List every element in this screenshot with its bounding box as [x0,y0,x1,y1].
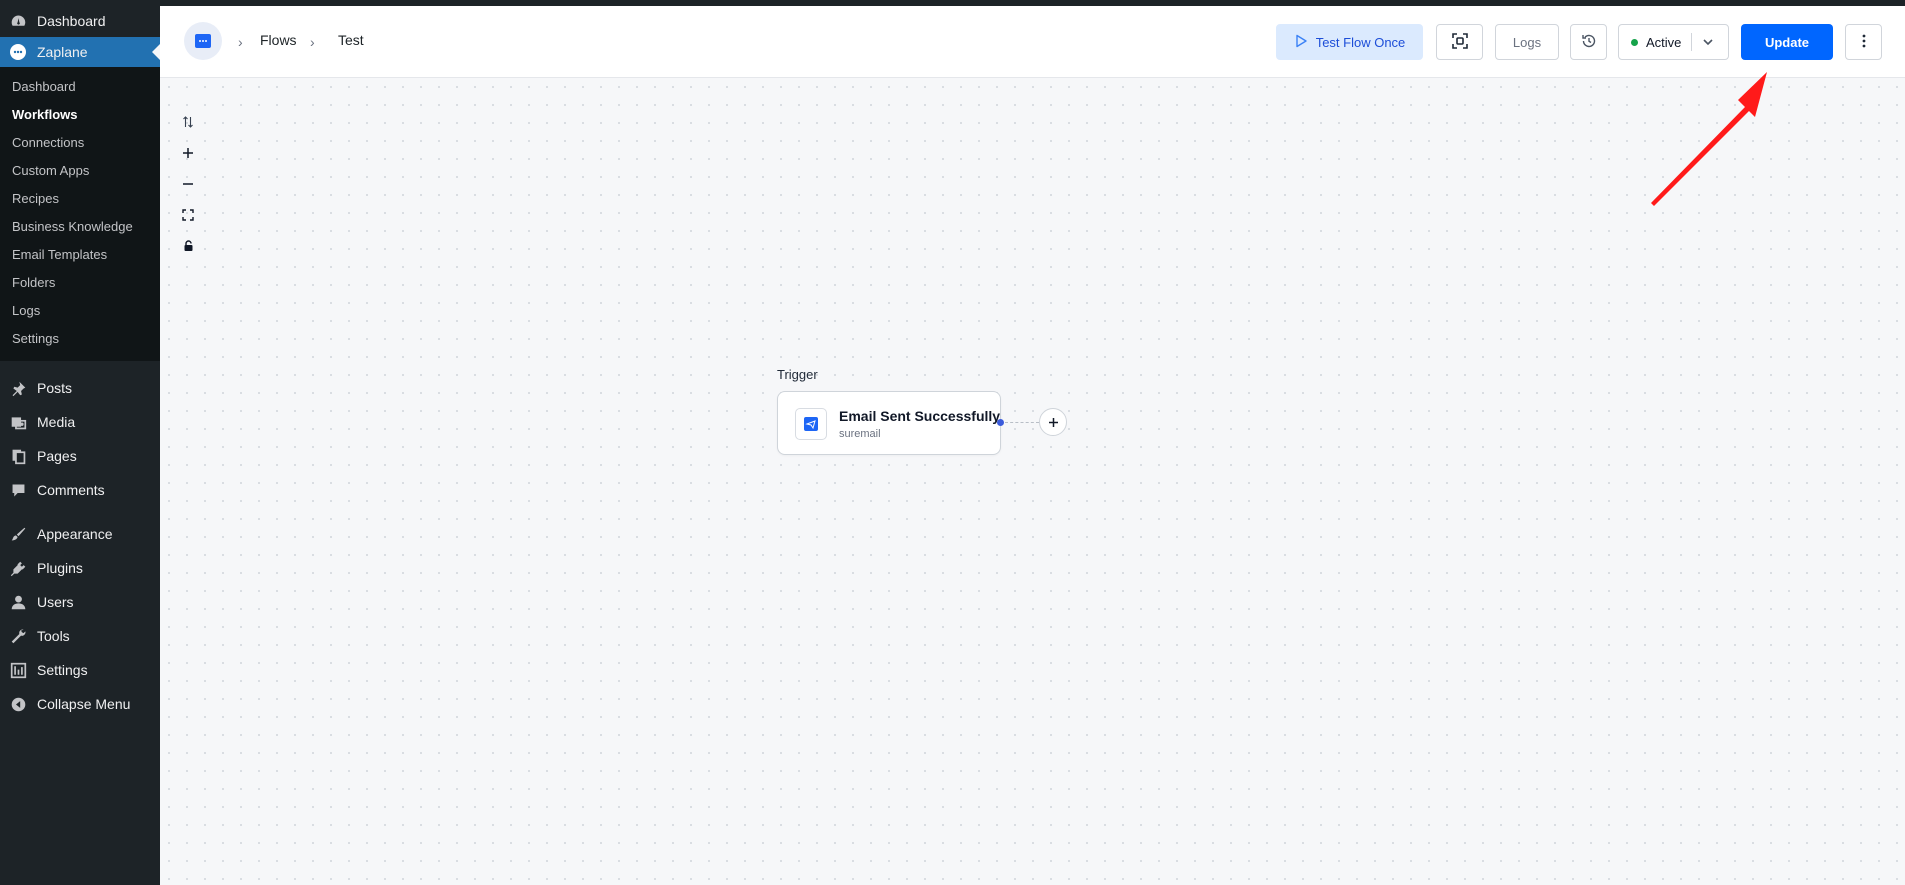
brush-icon [9,525,27,543]
logs-button[interactable]: Logs [1495,24,1559,60]
node-output-handle[interactable] [997,419,1004,426]
flow-canvas[interactable]: Trigger Email Sent Successfully suremail [160,78,1905,885]
sidebar-item-label: Plugins [37,560,83,576]
suremail-app-icon [795,408,827,440]
sidebar-item-label: Media [37,414,76,430]
sidebar-item-dashboard[interactable]: Dashboard [0,6,160,36]
chevron-right-icon: › [310,34,315,50]
sidebar-item-label: Dashboard [37,13,106,29]
sidebar-item-label: Pages [37,448,77,464]
submenu-business-knowledge[interactable]: Business Knowledge [0,213,160,241]
lock-icon [183,239,194,257]
breadcrumb-flows[interactable]: Flows [260,32,297,48]
zoom-out-control[interactable] [178,176,198,196]
sidebar-item-label: Comments [37,482,105,498]
connector-line [1005,422,1039,423]
sidebar-item-label: Zaplane [37,44,88,60]
swap-layout-control[interactable] [178,114,198,134]
comment-icon [9,481,27,499]
pages-icon [9,447,27,465]
test-flow-once-button[interactable]: Test Flow Once [1276,24,1423,60]
admin-sidebar: Dashboard Zaplane Dashboard Workflows Co… [0,6,160,885]
status-label: Active [1646,34,1682,50]
submenu-logs[interactable]: Logs [0,297,160,325]
submenu-workflows[interactable]: Workflows [0,101,160,129]
play-icon [1294,34,1308,51]
sidebar-item-label: Appearance [37,526,113,542]
history-icon [1581,33,1597,52]
version-history-button[interactable] [1570,24,1607,60]
chevron-down-icon[interactable] [1701,35,1715,52]
zaplane-logo-icon [195,34,211,48]
gauge-icon [9,12,27,30]
submenu-recipes[interactable]: Recipes [0,185,160,213]
submenu-settings[interactable]: Settings [0,325,160,353]
sidebar-item-label: Posts [37,380,73,396]
zaplane-icon [9,43,27,61]
fullscreen-icon [182,208,194,226]
sidebar-item-zaplane[interactable]: Zaplane [0,37,160,67]
sliders-icon [9,661,27,679]
sidebar-item-collapse-menu[interactable]: Collapse Menu [0,687,160,721]
pin-icon [9,379,27,397]
node-app-name: suremail [839,428,881,440]
swap-vertical-icon [182,115,194,133]
plug-icon [9,559,27,577]
focus-frame-icon [1451,32,1468,52]
trigger-node[interactable]: Email Sent Successfully suremail [777,391,1001,455]
breadcrumb-current-flow: Test [338,32,364,48]
user-icon [9,593,27,611]
submenu-connections[interactable]: Connections [0,129,160,157]
sidebar-item-pages[interactable]: Pages [0,439,160,473]
update-button[interactable]: Update [1741,24,1833,60]
sidebar-item-posts[interactable]: Posts [0,371,160,405]
more-vertical-icon [1862,34,1866,51]
status-dropdown[interactable]: Active [1618,24,1729,60]
collapse-icon [9,695,27,713]
sidebar-item-users[interactable]: Users [0,585,160,619]
add-step-button[interactable] [1039,408,1067,436]
zaplane-submenu: Dashboard Workflows Connections Custom A… [0,67,160,361]
sidebar-item-label: Users [37,594,74,610]
chevron-right-icon: › [238,34,243,50]
submenu-custom-apps[interactable]: Custom Apps [0,157,160,185]
app-logo[interactable] [184,22,222,60]
sidebar-item-media[interactable]: Media [0,405,160,439]
sidebar-item-label: Collapse Menu [37,696,131,712]
node-title: Email Sent Successfully [839,408,1001,424]
flow-header: › Flows › Test Test Flow Once Logs Activ… [160,6,1905,78]
sidebar-item-settings[interactable]: Settings [0,653,160,687]
zoom-in-control[interactable] [178,145,198,165]
plus-icon [182,146,194,164]
fit-view-button[interactable] [1436,24,1483,60]
status-dot [1631,38,1638,46]
media-icon [9,413,27,431]
sidebar-item-appearance[interactable]: Appearance [0,517,160,551]
fit-view-control[interactable] [178,207,198,227]
sidebar-item-label: Settings [37,662,88,678]
submenu-folders[interactable]: Folders [0,269,160,297]
sidebar-item-comments[interactable]: Comments [0,473,160,507]
sidebar-item-label: Tools [37,628,70,644]
minus-icon [182,177,194,195]
lock-control[interactable] [178,238,198,258]
sidebar-item-tools[interactable]: Tools [0,619,160,653]
plus-icon [1048,412,1059,433]
sidebar-item-plugins[interactable]: Plugins [0,551,160,585]
more-options-button[interactable] [1845,24,1882,60]
wrench-icon [9,627,27,645]
trigger-label: Trigger [777,367,818,382]
submenu-email-templates[interactable]: Email Templates [0,241,160,269]
submenu-dashboard[interactable]: Dashboard [0,73,160,101]
